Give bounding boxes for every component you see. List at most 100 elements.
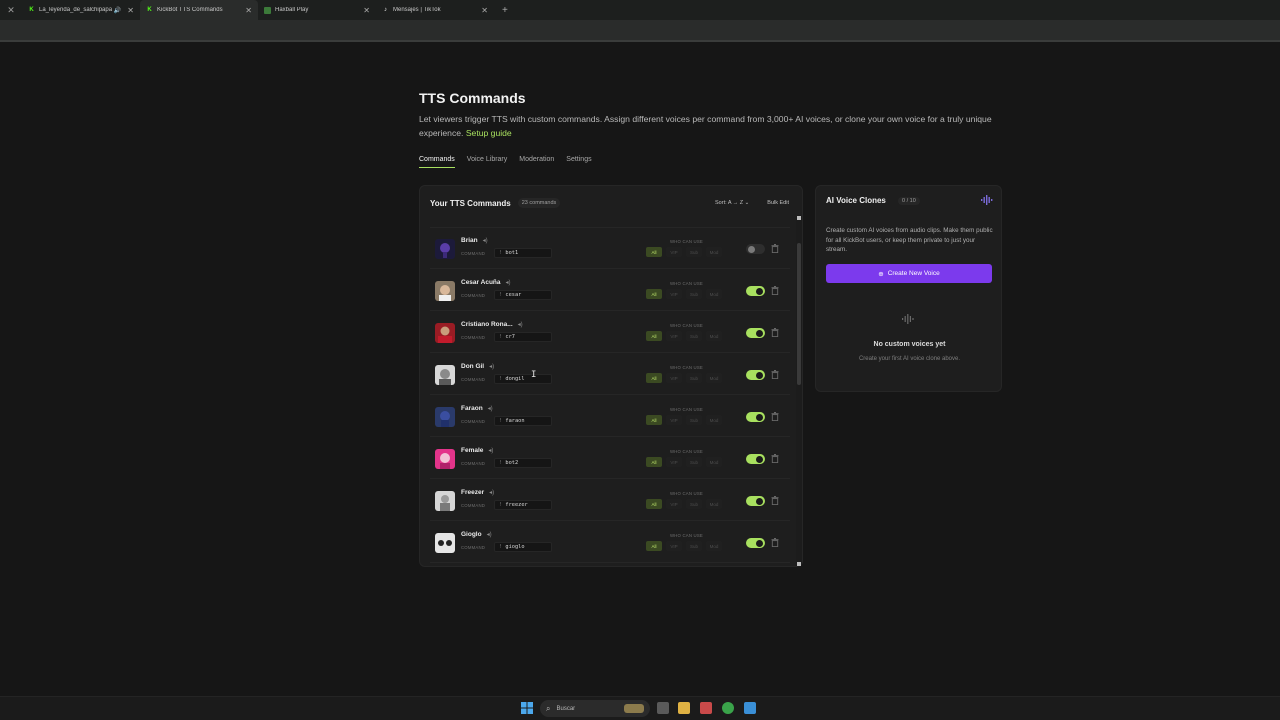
preview-speaker-icon[interactable]: ◂) — [483, 238, 488, 244]
permission-sub-button[interactable]: Sub — [686, 457, 702, 467]
enable-toggle[interactable] — [746, 496, 765, 506]
permission-mod-button[interactable]: Mod — [706, 331, 722, 341]
scroll-up-arrow[interactable] — [797, 216, 801, 220]
preview-speaker-icon[interactable]: ◂) — [518, 322, 523, 328]
permission-sub-button[interactable]: Sub — [686, 289, 702, 299]
browser-tab[interactable]: K KickBot TTS Commands ✕ — [140, 0, 258, 20]
permission-mod-button[interactable]: Mod — [706, 457, 722, 467]
close-icon[interactable]: ✕ — [245, 6, 252, 15]
permission-vip-button[interactable]: VIP — [666, 289, 682, 299]
permission-all-button[interactable]: All — [646, 457, 662, 467]
file-explorer-icon[interactable] — [678, 702, 690, 714]
setup-guide-link[interactable]: Setup guide — [466, 128, 512, 138]
toggle-knob — [748, 245, 755, 253]
close-icon[interactable]: ✕ — [363, 6, 370, 15]
commands-list: Brian ◂) COMMAND ! bot1 WHO CAN USE All VIP Sub… — [430, 216, 792, 564]
permission-sub-button[interactable]: Sub — [686, 499, 702, 509]
command-input[interactable]: ! gioglo — [494, 542, 552, 552]
enable-toggle[interactable] — [746, 328, 765, 338]
permission-all-button[interactable]: All — [646, 373, 662, 383]
permission-mod-button[interactable]: Mod — [706, 541, 722, 551]
permission-mod-button[interactable]: Mod — [706, 415, 722, 425]
close-icon[interactable]: ✕ — [0, 5, 22, 16]
trash-icon[interactable] — [771, 286, 779, 295]
enable-toggle[interactable] — [746, 244, 765, 254]
speaker-icon[interactable]: 🔊 — [114, 7, 121, 14]
permission-mod-button[interactable]: Mod — [706, 499, 722, 509]
command-input[interactable]: ! freezer — [494, 500, 552, 510]
permission-all-button[interactable]: All — [646, 247, 662, 257]
scrollbar-thumb[interactable] — [797, 243, 801, 385]
task-view-icon[interactable] — [657, 702, 669, 714]
permission-sub-button[interactable]: Sub — [686, 541, 702, 551]
permission-all-button[interactable]: All — [646, 331, 662, 341]
trash-icon[interactable] — [771, 538, 779, 547]
enable-toggle[interactable] — [746, 370, 765, 380]
permission-sub-button[interactable]: Sub — [686, 415, 702, 425]
trash-icon[interactable] — [771, 328, 779, 337]
trash-icon[interactable] — [771, 370, 779, 379]
close-icon[interactable]: ✕ — [127, 6, 134, 15]
permission-sub-button[interactable]: Sub — [686, 331, 702, 341]
command-input[interactable]: ! faraon — [494, 416, 552, 426]
taskbar-search-label: Buscar — [556, 705, 576, 712]
permission-vip-button[interactable]: VIP — [666, 247, 682, 257]
preview-speaker-icon[interactable]: ◂) — [489, 490, 494, 496]
preview-speaker-icon[interactable]: ◂) — [488, 448, 493, 454]
preview-speaker-icon[interactable]: ◂) — [489, 364, 494, 370]
taskbar-search[interactable]: ⌕ Buscar — [540, 700, 650, 717]
windows-start-icon[interactable] — [521, 702, 533, 714]
tab-commands[interactable]: Commands — [419, 156, 455, 168]
permission-vip-button[interactable]: VIP — [666, 331, 682, 341]
permission-all-button[interactable]: All — [646, 499, 662, 509]
browser-tab[interactable]: ♪ Mensajes | TikTok ✕ — [376, 0, 494, 20]
who-can-use-label: WHO CAN USE — [670, 491, 703, 496]
enable-toggle[interactable] — [746, 286, 765, 296]
permission-vip-button[interactable]: VIP — [666, 373, 682, 383]
tab-moderation[interactable]: Moderation — [519, 156, 554, 168]
close-icon[interactable]: ✕ — [481, 6, 488, 15]
sort-dropdown[interactable]: Sort: A → Z ⌄ — [710, 197, 754, 209]
browser-tab[interactable]: K La_leyenda_de_salchipapa 🔊 ✕ — [22, 0, 140, 20]
command-input[interactable]: ! cesar — [494, 290, 552, 300]
scroll-down-arrow[interactable] — [797, 562, 801, 566]
bulk-edit-button[interactable]: Bulk Edit — [762, 197, 794, 209]
preview-speaker-icon[interactable]: ◂) — [488, 406, 493, 412]
permission-all-button[interactable]: All — [646, 289, 662, 299]
voice-avatar — [435, 407, 455, 427]
command-input[interactable]: ! cr7 — [494, 332, 552, 342]
command-input[interactable]: ! bot2 — [494, 458, 552, 468]
permission-all-button[interactable]: All — [646, 415, 662, 425]
command-input[interactable]: ! bot1 — [494, 248, 552, 258]
permission-mod-button[interactable]: Mod — [706, 289, 722, 299]
permission-mod-button[interactable]: Mod — [706, 373, 722, 383]
trash-icon[interactable] — [771, 412, 779, 421]
permission-vip-button[interactable]: VIP — [666, 541, 682, 551]
permission-sub-button[interactable]: Sub — [686, 247, 702, 257]
new-tab-icon[interactable]: + — [502, 5, 508, 16]
browser-tab[interactable]: Haxball Play ✕ — [258, 0, 376, 20]
tab-settings[interactable]: Settings — [566, 156, 591, 168]
permission-vip-button[interactable]: VIP — [666, 415, 682, 425]
enable-toggle[interactable] — [746, 454, 765, 464]
permission-group: All VIP Sub Mod — [646, 415, 722, 425]
enable-toggle[interactable] — [746, 538, 765, 548]
app-icon[interactable] — [700, 702, 712, 714]
preview-speaker-icon[interactable]: ◂) — [487, 532, 492, 538]
trash-icon[interactable] — [771, 244, 779, 253]
preview-speaker-icon[interactable]: ◂) — [506, 280, 511, 286]
permission-all-button[interactable]: All — [646, 541, 662, 551]
command-input[interactable]: ! dongil — [494, 374, 552, 384]
permission-vip-button[interactable]: VIP — [666, 457, 682, 467]
notepad-icon[interactable] — [744, 702, 756, 714]
permission-vip-button[interactable]: VIP — [666, 499, 682, 509]
trash-icon[interactable] — [771, 496, 779, 505]
enable-toggle[interactable] — [746, 412, 765, 422]
chrome-icon[interactable] — [722, 702, 734, 714]
permission-mod-button[interactable]: Mod — [706, 247, 722, 257]
commands-scrollbar[interactable] — [796, 215, 802, 567]
trash-icon[interactable] — [771, 454, 779, 463]
tab-voice-library[interactable]: Voice Library — [467, 156, 507, 168]
permission-sub-button[interactable]: Sub — [686, 373, 702, 383]
create-new-voice-button[interactable]: ⊕ Create New Voice — [826, 264, 992, 283]
